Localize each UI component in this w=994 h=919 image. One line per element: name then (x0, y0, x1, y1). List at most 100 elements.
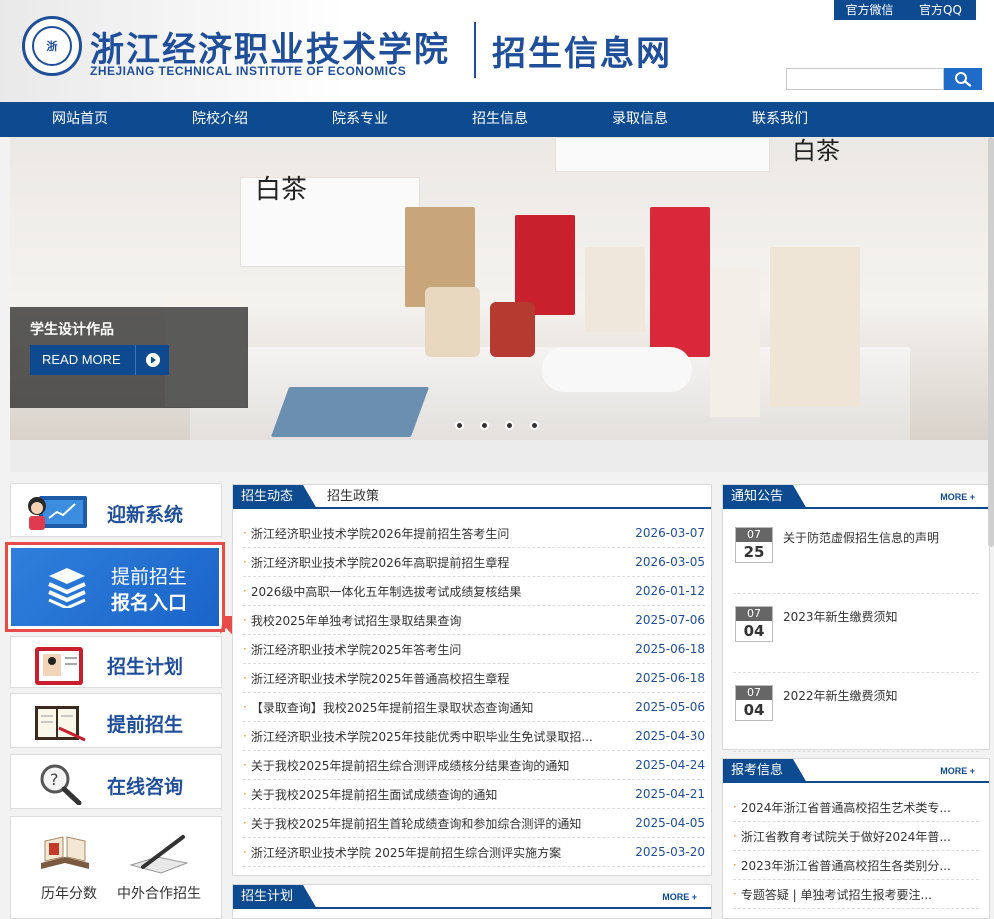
nav-admission-info[interactable]: 招生信息 (430, 102, 570, 137)
banner-product-text: 白茶 (255, 175, 308, 205)
banner-package (515, 215, 575, 315)
news-date: 2025-06-18 (635, 671, 705, 685)
top-links: 官方微信 官方QQ (834, 0, 976, 20)
early-admission-register-button[interactable]: 提前招生 报名入口 (11, 548, 219, 626)
read-more-button[interactable]: READ MORE (30, 345, 169, 375)
early-admission-button[interactable]: 提前招生 (10, 693, 222, 748)
enrollment-plan-button[interactable]: 招生计划 (10, 636, 222, 688)
banner-package (650, 207, 710, 357)
header-divider (474, 22, 476, 78)
bullet-icon: · (243, 700, 247, 714)
news-item[interactable]: · 浙江经济职业技术学院2026年提前招生答考生问 2026-03-07 (243, 519, 705, 548)
site-name: 招生信息网 (492, 34, 672, 74)
bullet-icon: · (733, 800, 737, 814)
school-logo[interactable]: 浙 (22, 16, 82, 76)
bullet-icon: · (243, 526, 247, 540)
notice-month: 07 (736, 686, 772, 700)
plan-more-link[interactable]: MORE + (662, 892, 697, 902)
news-item[interactable]: · 关于我校2025年提前招生面试成绩查询的通知 2025-04-21 (243, 780, 705, 809)
nav-home[interactable]: 网站首页 (10, 102, 150, 137)
slide-dot[interactable] (530, 421, 539, 430)
news-tab-bar: 招生动态 招生政策 (233, 485, 711, 509)
notice-panel-title: 通知公告 (723, 485, 808, 509)
page-scrollbar[interactable] (988, 137, 994, 547)
historical-scores-link[interactable]: 历年分数 (41, 883, 97, 903)
online-consult-button[interactable]: ? 在线咨询 (10, 754, 222, 809)
news-item[interactable]: · 浙江经济职业技术学院2025年技能优秀中职毕业生免试录取招... 2025-04… (243, 722, 705, 751)
welcome-system-label: 迎新系统 (107, 504, 184, 526)
exam-more-link[interactable]: MORE + (940, 766, 975, 776)
magnifier-question-icon: ? (40, 764, 82, 805)
notice-item[interactable]: 07 04 2022年新生缴费须知 (733, 673, 979, 752)
sino-foreign-admission-link[interactable]: 中外合作招生 (117, 883, 201, 903)
early-admission-label: 提前招生 (107, 714, 184, 736)
tab-admission-policy[interactable]: 招生政策 (327, 485, 379, 509)
exam-info-panel: 报考信息 MORE + · 2024年浙江省普通高校招生艺术类专... · 浙江省教育… (722, 758, 990, 919)
tab-admission-news[interactable]: 招生动态 (233, 485, 318, 509)
notice-item[interactable]: 07 04 2023年新生缴费须知 (733, 594, 979, 673)
plan-tab-bar: 招生计划 (233, 885, 711, 909)
enrollment-plan-label: 招生计划 (107, 656, 184, 678)
main-nav: 网站首页 院校介绍 院系专业 招生信息 录取信息 联系我们 (0, 102, 994, 137)
news-item[interactable]: · 关于我校2025年提前招生综合测评成绩核分结果查询的通知 2025-04-24 (243, 751, 705, 780)
document-pen-icon (129, 835, 189, 874)
calendar-date-badge: 07 04 (735, 685, 773, 721)
search-button[interactable] (944, 68, 982, 90)
news-item[interactable]: · 【录取查询】我校2025年提前招生录取状态查询通知 2025-05-06 (243, 693, 705, 722)
nav-departments[interactable]: 院系专业 (290, 102, 430, 137)
news-title: 我校2025年单独考试招生录取结果查询 (250, 613, 462, 628)
notice-month: 07 (736, 528, 772, 542)
early-admission-label: 提前招生 (111, 566, 188, 588)
nav-about[interactable]: 院校介绍 (150, 102, 290, 137)
bullet-icon: · (243, 758, 247, 772)
exam-info-item[interactable]: · 2024年浙江省普通高校招生艺术类专... (733, 793, 979, 822)
search-input[interactable] (786, 68, 944, 90)
slide-dot[interactable] (505, 421, 514, 430)
news-item[interactable]: · 关于我校2025年提前招生首轮成绩查询和参加综合测评的通知 2025-04-05 (243, 809, 705, 838)
banner-caption: 学生设计作品 (30, 322, 114, 338)
news-item[interactable]: · 我校2025年单独考试招生录取结果查询 2025-07-06 (243, 606, 705, 635)
news-title: 关于我校2025年提前招生首轮成绩查询和参加综合测评的通知 (250, 816, 582, 831)
notice-day: 04 (743, 701, 765, 719)
bullet-icon: · (243, 729, 247, 743)
notice-more-link[interactable]: MORE + (940, 492, 975, 502)
exam-panel-title: 报考信息 (723, 759, 808, 783)
notice-month: 07 (736, 607, 772, 621)
news-title: 浙江经济职业技术学院2025年答考生问 (250, 642, 462, 657)
banner-tea-set (542, 347, 692, 392)
site-header: 浙 浙江经济职业技术学院 ZHEJIANG TECHNICAL INSTITUT… (0, 0, 994, 102)
nav-enrollment-info[interactable]: 录取信息 (570, 102, 710, 137)
news-item[interactable]: · 2026级中高职一体化五年制选拔考试成绩复核结果 2026-01-12 (243, 577, 705, 606)
slide-dot[interactable] (480, 421, 489, 430)
news-item[interactable]: · 浙江经济职业技术学院2025年答考生问 2025-06-18 (243, 635, 705, 664)
welcome-system-button[interactable]: 迎新系统 (10, 483, 222, 537)
news-date: 2025-04-24 (635, 758, 705, 772)
open-book-icon (41, 836, 89, 869)
exam-info-item[interactable]: · 2023年浙江省普通高校招生各类别分... (733, 851, 979, 880)
official-qq-link[interactable]: 官方QQ (905, 0, 976, 20)
bullet-icon: · (243, 613, 247, 627)
bullet-icon: · (733, 858, 737, 872)
official-wechat-link[interactable]: 官方微信 (834, 0, 905, 20)
news-date: 2026-01-12 (635, 584, 705, 598)
bullet-icon: · (243, 787, 247, 801)
slideshow-dots (455, 421, 539, 430)
banner-package (585, 247, 645, 332)
nav-contact[interactable]: 联系我们 (710, 102, 850, 137)
news-panel: 招生动态 招生政策 · 浙江经济职业技术学院2026年提前招生答考生问 2026-0… (232, 484, 712, 876)
exam-info-item[interactable]: · 专题答疑 | 单独考试招生报考要注... (733, 880, 979, 909)
search-icon (955, 72, 972, 87)
notice-item[interactable]: 07 25 关于防范虚假招生信息的声明 (733, 515, 979, 594)
news-item[interactable]: · 浙江经济职业技术学院2025年普通高校招生章程 2025-06-18 (243, 664, 705, 693)
news-item[interactable]: · 浙江经济职业技术学院 2025年提前招生综合测评实施方案 2025-03-20 (243, 838, 705, 867)
news-date: 2026-03-05 (635, 555, 705, 569)
plan-panel-title: 招生计划 (233, 885, 318, 909)
slide-dot[interactable] (455, 421, 464, 430)
banner-product-text: 白茶 (792, 137, 840, 165)
news-item[interactable]: · 浙江经济职业技术学院2026年高职提前招生章程 2026-03-05 (243, 548, 705, 577)
exam-info-title: 2024年浙江省普通高校招生艺术类专... (740, 800, 951, 815)
exam-info-item[interactable]: · 浙江省教育考试院关于做好2024年普... (733, 822, 979, 851)
bullet-icon: · (243, 584, 247, 598)
calendar-date-badge: 07 25 (735, 527, 773, 563)
banner-package (710, 267, 760, 417)
